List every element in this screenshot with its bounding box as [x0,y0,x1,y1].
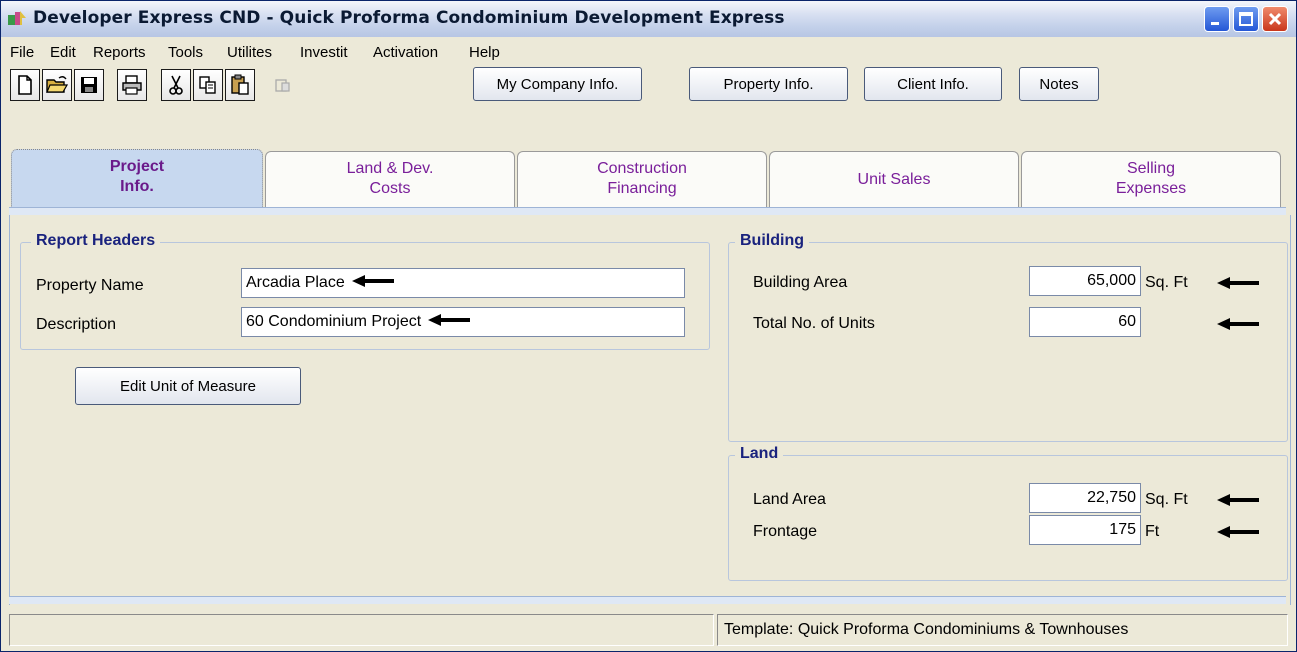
left-arrow-icon [1216,317,1260,335]
tab-label-line2: Financing [607,180,677,197]
frontage-unit: Ft [1145,523,1160,540]
maximize-button[interactable] [1233,6,1259,32]
left-arrow-icon [351,274,395,293]
tab-panel-project-info: Report Headers Property Name Arcadia Pla… [9,215,1291,605]
my-company-info-button[interactable]: My Company Info. [473,67,642,101]
report-headers-group: Report Headers Property Name Arcadia Pla… [20,232,710,350]
building-title: Building [735,232,809,250]
copy-icon[interactable] [193,69,223,101]
close-button[interactable] [1262,6,1288,32]
menu-bar: File Edit Reports Tools Utilites Investi… [1,37,1296,67]
client-info-button[interactable]: Client Info. [864,67,1002,101]
building-area-value: 65,000 [1087,272,1136,289]
tab-project-info[interactable]: Project Info. [11,149,263,209]
tab-label-line2: Costs [369,180,411,197]
tab-label-line1: Construction [597,160,687,177]
window-title: Developer Express CND - Quick Proforma C… [33,8,785,28]
menu-tools[interactable]: Tools [168,44,203,61]
description-input[interactable]: 60 Condominium Project [241,307,685,337]
title-bar[interactable]: Developer Express CND - Quick Proforma C… [1,1,1296,38]
report-headers-title: Report Headers [31,232,161,250]
land-area-label: Land Area [753,491,826,508]
tab-land-dev-costs[interactable]: Land & Dev. Costs [265,151,515,207]
frontage-value: 175 [1109,521,1136,538]
edit-unit-of-measure-button[interactable]: Edit Unit of Measure [75,367,301,405]
menu-reports[interactable]: Reports [93,44,146,61]
tab-label-line1: Project [109,158,165,175]
land-area-value: 22,750 [1087,489,1136,506]
land-title: Land [735,445,784,463]
tab-panel-bottom-border [9,596,1286,604]
app-window: Developer Express CND - Quick Proforma C… [0,0,1297,652]
left-arrow-icon [427,313,471,332]
land-group: Land Land Area 22,750 Sq. Ft Frontage 17… [728,445,1288,581]
tab-label-line1: Land & Dev. [346,160,434,177]
left-arrow-icon [1216,276,1260,294]
land-area-unit: Sq. Ft [1145,491,1188,508]
building-area-label: Building Area [753,274,848,291]
building-group: Building Building Area 65,000 Sq. Ft Tot… [728,232,1288,442]
tab-unit-sales[interactable]: Unit Sales [769,151,1019,207]
property-name-label: Property Name [36,277,144,294]
frontage-input[interactable]: 175 [1029,515,1141,545]
save-disk-icon[interactable] [74,69,104,101]
tab-label-line1: Unit Sales [857,171,931,188]
menu-investit[interactable]: Investit [300,44,348,61]
tab-selling-expenses[interactable]: Selling Expenses [1021,151,1281,207]
property-name-value: Arcadia Place [246,274,345,291]
print-icon[interactable] [117,69,147,101]
property-name-input[interactable]: Arcadia Place [241,268,685,298]
total-units-value: 60 [1118,313,1136,330]
status-template: Template: Quick Proforma Condominiums & … [717,614,1288,646]
building-area-unit: Sq. Ft [1145,274,1188,291]
property-info-button[interactable]: Property Info. [689,67,848,101]
total-units-input[interactable]: 60 [1029,307,1141,337]
tab-label-line1: Selling [1126,160,1176,177]
tab-construction-financing[interactable]: Construction Financing [517,151,767,207]
left-arrow-icon [1216,525,1260,543]
cut-scissors-icon[interactable] [161,69,191,101]
menu-utilites[interactable]: Utilites [227,44,272,61]
description-label: Description [36,316,117,333]
notes-button[interactable]: Notes [1019,67,1099,101]
menu-file[interactable]: File [10,44,34,61]
land-area-input[interactable]: 22,750 [1029,483,1141,513]
total-units-label: Total No. of Units [753,315,875,332]
disabled-tool-icon [268,69,298,101]
menu-edit[interactable]: Edit [50,44,76,61]
menu-help[interactable]: Help [469,44,500,61]
menu-activation[interactable]: Activation [373,44,438,61]
left-arrow-icon [1216,493,1260,511]
status-left [9,614,714,646]
open-folder-icon[interactable] [42,69,72,101]
minimize-button[interactable] [1204,6,1230,32]
tab-label-line2: Info. [120,178,154,195]
new-document-icon[interactable] [10,69,40,101]
frontage-label: Frontage [753,523,818,540]
paste-icon[interactable] [225,69,255,101]
description-value: 60 Condominium Project [246,313,422,330]
building-area-input[interactable]: 65,000 [1029,266,1141,296]
tab-label-line2: Expenses [1115,180,1187,197]
app-logo-icon [7,9,27,27]
